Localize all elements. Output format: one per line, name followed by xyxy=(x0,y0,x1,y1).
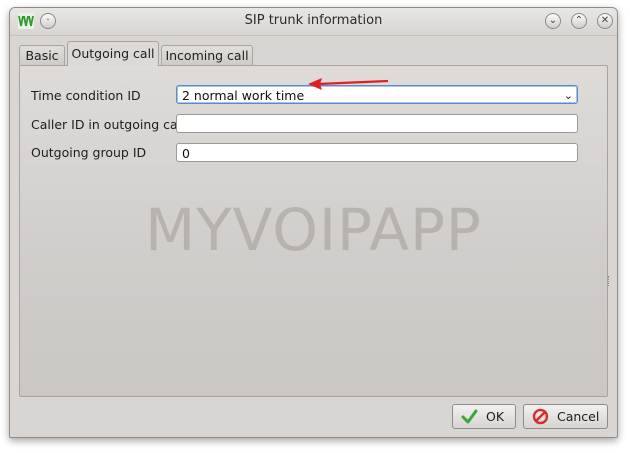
ok-label: OK xyxy=(486,409,505,424)
watermark: MYVOIPAPP xyxy=(145,196,482,264)
window-title: SIP trunk information xyxy=(244,13,383,28)
cancel-button[interactable]: Cancel xyxy=(523,404,608,429)
close-icon: ✕ xyxy=(600,15,610,26)
chevron-down-icon: ⌄ xyxy=(548,15,558,26)
time-condition-value: 2 normal work time xyxy=(182,88,305,103)
maximize-button[interactable]: ⌃ xyxy=(571,13,587,29)
time-condition-label: Time condition ID xyxy=(31,88,141,103)
tab-panel: Time condition ID 2 normal work time ⌄ C… xyxy=(19,65,609,397)
caller-id-label: Caller ID in outgoing call xyxy=(31,117,185,132)
tab-outgoing-call[interactable]: Outgoing call xyxy=(67,41,159,66)
minimize-button[interactable]: ⌄ xyxy=(545,13,561,29)
chevron-down-icon: ⌄ xyxy=(563,89,573,102)
ok-button[interactable]: OK xyxy=(452,404,516,429)
close-button[interactable]: ✕ xyxy=(597,13,613,29)
outgoing-group-input[interactable]: 0 xyxy=(176,143,578,162)
tab-incoming-call[interactable]: Incoming call xyxy=(161,45,253,65)
title-bar[interactable]: · SIP trunk information ⌄ ⌃ ✕ xyxy=(10,8,617,36)
check-icon xyxy=(461,409,478,424)
annotation-arrow-icon xyxy=(308,78,389,90)
chevron-up-icon: ⌃ xyxy=(574,15,584,26)
outgoing-group-label: Outgoing group ID xyxy=(31,145,147,160)
cancel-label: Cancel xyxy=(557,409,600,424)
splitter-handle[interactable] xyxy=(608,276,612,286)
tab-basic[interactable]: Basic xyxy=(19,45,65,65)
cancel-icon xyxy=(532,408,549,425)
caller-id-input[interactable] xyxy=(176,114,578,133)
dialog-window: · SIP trunk information ⌄ ⌃ ✕ Basic Outg… xyxy=(9,7,618,438)
